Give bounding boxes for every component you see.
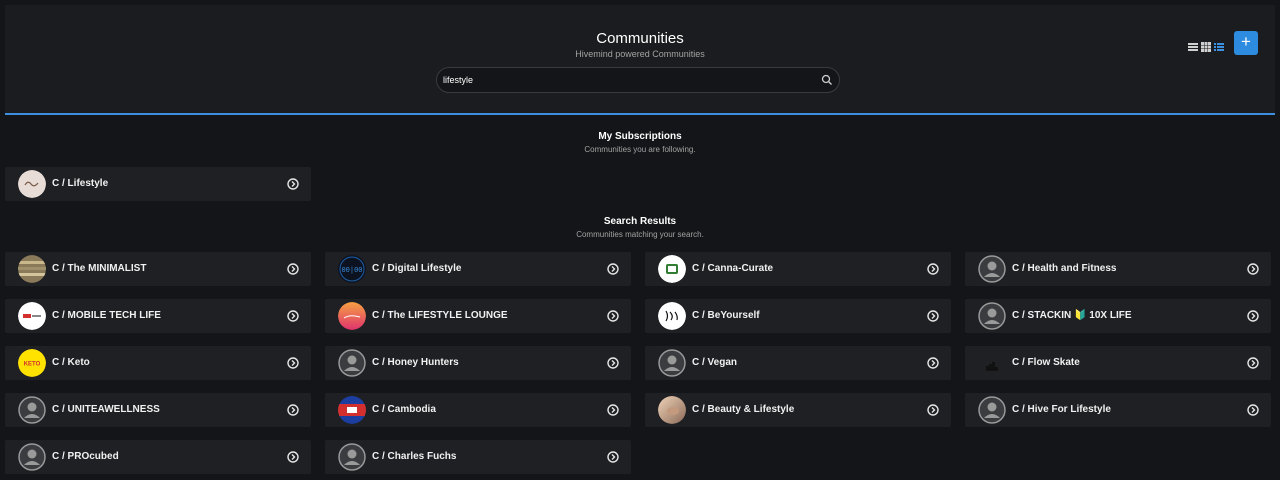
arrow-circle-right-icon[interactable] (1247, 404, 1259, 416)
community-avatar (978, 349, 1006, 377)
community-name: C / The MINIMALIST (52, 263, 147, 274)
community-name: C / Beauty & Lifestyle (692, 404, 795, 415)
community-avatar (18, 396, 46, 424)
arrow-circle-right-icon[interactable] (287, 310, 299, 322)
search-icon[interactable] (821, 74, 833, 86)
community-avatar (18, 443, 46, 471)
community-avatar (18, 170, 46, 198)
community-avatar (658, 349, 686, 377)
community-card[interactable]: 00|00 C / Digital Lifestyle (325, 252, 631, 286)
arrow-circle-right-icon[interactable] (287, 263, 299, 275)
community-card[interactable]: C / Charles Fuchs (325, 440, 631, 474)
arrow-circle-right-icon[interactable] (927, 263, 939, 275)
community-card[interactable]: C / Lifestyle (5, 167, 311, 201)
arrow-circle-right-icon[interactable] (1247, 357, 1259, 369)
results-subtitle: Communities matching your search. (576, 230, 704, 239)
arrow-circle-right-icon[interactable] (607, 451, 619, 463)
community-avatar (338, 302, 366, 330)
community-name: C / Keto (52, 357, 90, 368)
community-avatar (978, 255, 1006, 283)
community-card[interactable]: C / Cambodia (325, 393, 631, 427)
community-card[interactable]: C / Vegan (645, 346, 951, 380)
results-title: Search Results (603, 216, 677, 227)
arrow-circle-right-icon[interactable] (607, 404, 619, 416)
community-name: C / MOBILE TECH LIFE (52, 310, 161, 321)
arrow-circle-right-icon[interactable] (287, 404, 299, 416)
arrow-circle-right-icon[interactable] (287, 178, 299, 190)
community-name: C / PROcubed (52, 451, 119, 462)
community-card[interactable]: C / Canna-Curate (645, 252, 951, 286)
svg-text:00|00: 00|00 (341, 267, 362, 275)
community-card[interactable]: C / UNITEAWELLNESS (5, 393, 311, 427)
community-name: C / STACKIN 🔰 10X LIFE (1012, 310, 1132, 321)
community-card[interactable]: C / MOBILE TECH LIFE (5, 299, 311, 333)
community-card[interactable]: C / Honey Hunters (325, 346, 631, 380)
page-subtitle: Hivemind powered Communities (575, 49, 705, 59)
page-title: Communities (596, 30, 684, 47)
community-avatar (338, 443, 366, 471)
community-avatar (978, 302, 1006, 330)
community-avatar: 00|00 (338, 255, 366, 283)
view-toggles (1188, 39, 1224, 52)
community-avatar (338, 349, 366, 377)
arrow-circle-right-icon[interactable] (1247, 263, 1259, 275)
community-card[interactable]: C / Health and Fitness (965, 252, 1271, 286)
search-input[interactable] (443, 71, 813, 89)
community-card[interactable]: C / The MINIMALIST (5, 252, 311, 286)
community-name: C / Honey Hunters (372, 357, 459, 368)
arrow-circle-right-icon[interactable] (927, 310, 939, 322)
subscriptions-subtitle: Communities you are following. (584, 145, 696, 154)
search-box (436, 67, 840, 93)
community-card[interactable]: C / Flow Skate (965, 346, 1271, 380)
community-avatar (978, 396, 1006, 424)
arrow-circle-right-icon[interactable] (927, 357, 939, 369)
svg-text:KETO: KETO (24, 362, 41, 368)
compact-list-view-icon[interactable] (1214, 39, 1224, 51)
community-avatar (658, 255, 686, 283)
community-avatar (338, 396, 366, 424)
community-name: C / The LIFESTYLE LOUNGE (372, 310, 508, 321)
community-card[interactable]: C / BeYourself (645, 299, 951, 333)
arrow-circle-right-icon[interactable] (927, 404, 939, 416)
community-card[interactable]: KETO C / Keto (5, 346, 311, 380)
community-name: C / Vegan (692, 357, 738, 368)
arrow-circle-right-icon[interactable] (607, 263, 619, 275)
communities-header: Communities Hivemind powered Communities… (5, 5, 1275, 115)
community-name: C / Charles Fuchs (372, 451, 457, 462)
community-card[interactable]: C / The LIFESTYLE LOUNGE (325, 299, 631, 333)
arrow-circle-right-icon[interactable] (287, 451, 299, 463)
arrow-circle-right-icon[interactable] (287, 357, 299, 369)
arrow-circle-right-icon[interactable] (1247, 310, 1259, 322)
arrow-circle-right-icon[interactable] (607, 357, 619, 369)
community-avatar (18, 255, 46, 283)
subscriptions-title: My Subscriptions (598, 131, 682, 142)
community-name: C / UNITEAWELLNESS (52, 404, 160, 415)
community-card[interactable]: C / Beauty & Lifestyle (645, 393, 951, 427)
community-card[interactable]: C / PROcubed (5, 440, 311, 474)
community-name: C / BeYourself (692, 310, 760, 321)
community-name: C / Lifestyle (52, 178, 109, 189)
community-name: C / Canna-Curate (692, 263, 774, 274)
add-community-button[interactable]: + (1234, 31, 1258, 55)
community-avatar (18, 302, 46, 330)
community-avatar: KETO (18, 349, 46, 377)
community-name: C / Cambodia (372, 404, 436, 415)
community-name: C / Digital Lifestyle (372, 263, 462, 274)
community-name: C / Flow Skate (1012, 357, 1080, 368)
list-view-icon[interactable] (1188, 39, 1198, 51)
community-name: C / Hive For Lifestyle (1012, 404, 1111, 415)
community-avatar (658, 396, 686, 424)
community-card[interactable]: C / Hive For Lifestyle (965, 393, 1271, 427)
community-name: C / Health and Fitness (1012, 263, 1117, 274)
community-card[interactable]: C / STACKIN 🔰 10X LIFE (965, 299, 1271, 333)
grid-view-icon[interactable] (1201, 39, 1211, 52)
arrow-circle-right-icon[interactable] (607, 310, 619, 322)
community-avatar (658, 302, 686, 330)
